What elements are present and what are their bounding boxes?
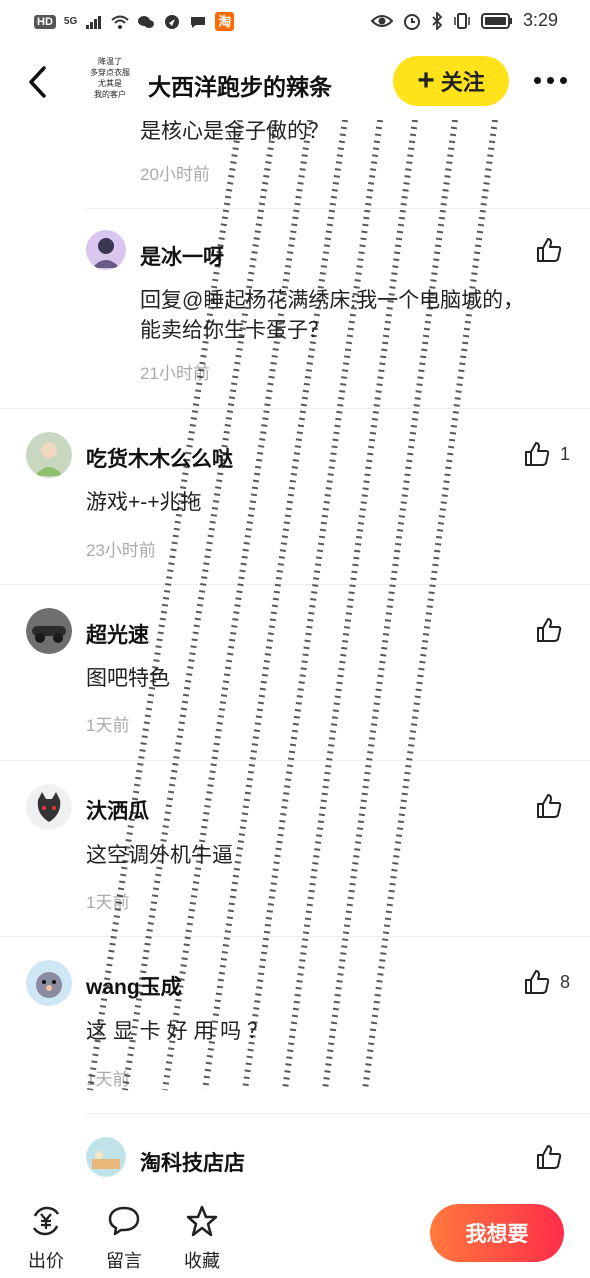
divider — [86, 1113, 590, 1114]
thumbs-up-icon — [525, 442, 550, 466]
user-avatar-image — [26, 432, 72, 478]
username[interactable]: 超光速 — [86, 619, 149, 649]
message-button[interactable]: 留言 — [94, 1204, 154, 1273]
user-avatar-image — [26, 960, 72, 1006]
favorite-label: 收藏 — [184, 1251, 220, 1271]
divider — [0, 408, 590, 409]
avatar[interactable] — [86, 1137, 126, 1177]
thumbs-up-icon — [525, 970, 550, 994]
back-arrow-icon[interactable] — [24, 64, 54, 100]
user-avatar-image — [26, 608, 72, 654]
star-icon — [186, 1205, 218, 1237]
comment-time: 1天前 — [86, 716, 130, 735]
dot-icon — [533, 76, 541, 84]
thumbs-up-icon — [537, 794, 562, 818]
comment-list: 是核心是金子做的？ 20小时前 是冰一呀 回复@睡起杨花满绣床:我一个电脑城的，… — [0, 0, 590, 1278]
message-label: 留言 — [106, 1251, 142, 1271]
user-avatar-image — [26, 784, 72, 830]
bid-label: 出价 — [28, 1251, 64, 1271]
want-button[interactable]: 我想要 — [430, 1204, 564, 1262]
speech-bubble-icon — [108, 1206, 140, 1236]
comment-text: 游戏+-+兆拖 — [86, 491, 202, 514]
like-button[interactable] — [536, 237, 562, 263]
avatar[interactable] — [26, 608, 72, 654]
shop-avatar-line: 多穿点衣服 — [90, 68, 130, 77]
like-button[interactable]: 1 — [524, 441, 570, 467]
avatar[interactable] — [86, 230, 126, 270]
comment-text: 能卖给你生卡蛋子？ — [140, 319, 329, 342]
favorite-button[interactable]: 收藏 — [172, 1204, 232, 1273]
shop-avatar-line: 尤其是 — [98, 79, 122, 88]
username[interactable]: 吃货木木么么哒 — [86, 443, 233, 473]
comment-text: 这 显 卡 好 用 吗 ？ — [86, 1020, 269, 1043]
comment-time: 1天前 — [86, 893, 130, 912]
username[interactable]: 淘科技店店 — [140, 1147, 245, 1177]
username[interactable]: 是冰一呀 — [140, 241, 224, 271]
like-count: 1 — [560, 443, 571, 464]
follow-label: 关注 — [440, 70, 485, 95]
avatar[interactable] — [26, 784, 72, 830]
divider — [0, 760, 590, 761]
username[interactable]: 汏洒瓜 — [86, 795, 149, 825]
yuan-cycle-icon — [32, 1206, 60, 1236]
dot-icon — [559, 76, 567, 84]
seller-name[interactable]: 大西洋跑步的辣条 — [148, 68, 332, 102]
comment-text: 回复@睡起杨花满绣床:我一个电脑城的， — [140, 289, 525, 312]
comment-time: 1天前 — [86, 1070, 130, 1089]
like-button[interactable] — [536, 1144, 562, 1170]
comment-text: 是核心是金子做的？ — [140, 120, 329, 143]
bottom-action-bar: 出价 留言 收藏 我想要 — [0, 1180, 590, 1278]
user-avatar-image — [86, 1137, 126, 1177]
username[interactable]: wang玉成 — [86, 971, 182, 1001]
like-button[interactable]: 8 — [524, 969, 570, 995]
comment-time: 21小时前 — [140, 364, 210, 383]
like-count: 8 — [560, 971, 571, 992]
thumbs-up-icon — [537, 238, 562, 262]
plus-icon: + — [417, 64, 435, 97]
more-options-button[interactable] — [530, 68, 570, 92]
comment-text: 图吧特色 — [86, 667, 170, 690]
divider — [0, 584, 590, 585]
avatar[interactable] — [26, 960, 72, 1006]
bid-button[interactable]: 出价 — [16, 1204, 76, 1273]
like-button[interactable] — [536, 617, 562, 643]
follow-button[interactable]: + 关注 — [393, 56, 509, 106]
like-button[interactable] — [536, 793, 562, 819]
comment-text: 这空调外机牛逼 — [86, 844, 233, 867]
user-avatar-image — [86, 230, 126, 270]
comment-time: 23小时前 — [86, 541, 156, 560]
thumbs-up-icon — [537, 1145, 562, 1169]
dot-icon — [546, 76, 554, 84]
avatar[interactable] — [26, 432, 72, 478]
shop-avatar[interactable]: 降温了 多穿点衣服 尤其是 我的客户 — [80, 56, 140, 106]
shop-avatar-line: 我的客户 — [94, 90, 126, 99]
divider — [86, 208, 590, 209]
thumbs-up-icon — [537, 618, 562, 642]
comment-time: 20小时前 — [140, 165, 210, 184]
divider — [0, 936, 590, 937]
shop-avatar-line: 降温了 — [98, 57, 122, 66]
top-bar: 降温了 多穿点衣服 尤其是 我的客户 大西洋跑步的辣条 + 关注 — [0, 44, 590, 120]
